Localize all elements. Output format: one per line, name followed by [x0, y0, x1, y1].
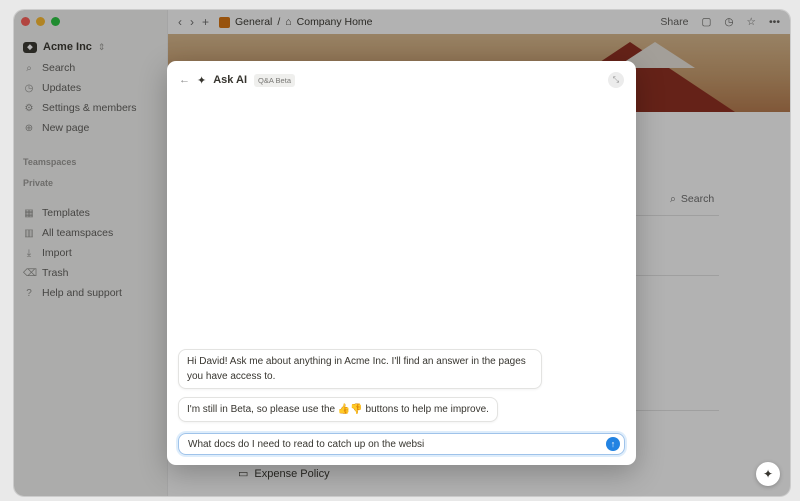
ask-ai-input-wrapper: ↑ [178, 433, 625, 455]
modal-header: ← ✦ Ask AI Q&A Beta ⤡ [179, 72, 624, 88]
ai-message: Hi David! Ask me about anything in Acme … [178, 349, 542, 389]
beta-badge: Q&A Beta [254, 73, 295, 87]
collapse-icon[interactable]: ⤡ [608, 72, 624, 88]
ask-ai-modal: ← ✦ Ask AI Q&A Beta ⤡ Hi David! Ask me a… [167, 61, 636, 465]
send-button[interactable]: ↑ [606, 437, 620, 451]
back-arrow-icon[interactable]: ← [179, 74, 190, 86]
ask-ai-input[interactable] [188, 438, 606, 450]
sparkle-icon: ✦ [197, 74, 207, 87]
ai-message: I'm still in Beta, so please use the 👍👎 … [178, 397, 498, 422]
ask-ai-fab[interactable]: ✦ [756, 462, 780, 486]
modal-title: Ask AI [213, 74, 248, 86]
sparkle-icon: ✦ [762, 467, 774, 481]
